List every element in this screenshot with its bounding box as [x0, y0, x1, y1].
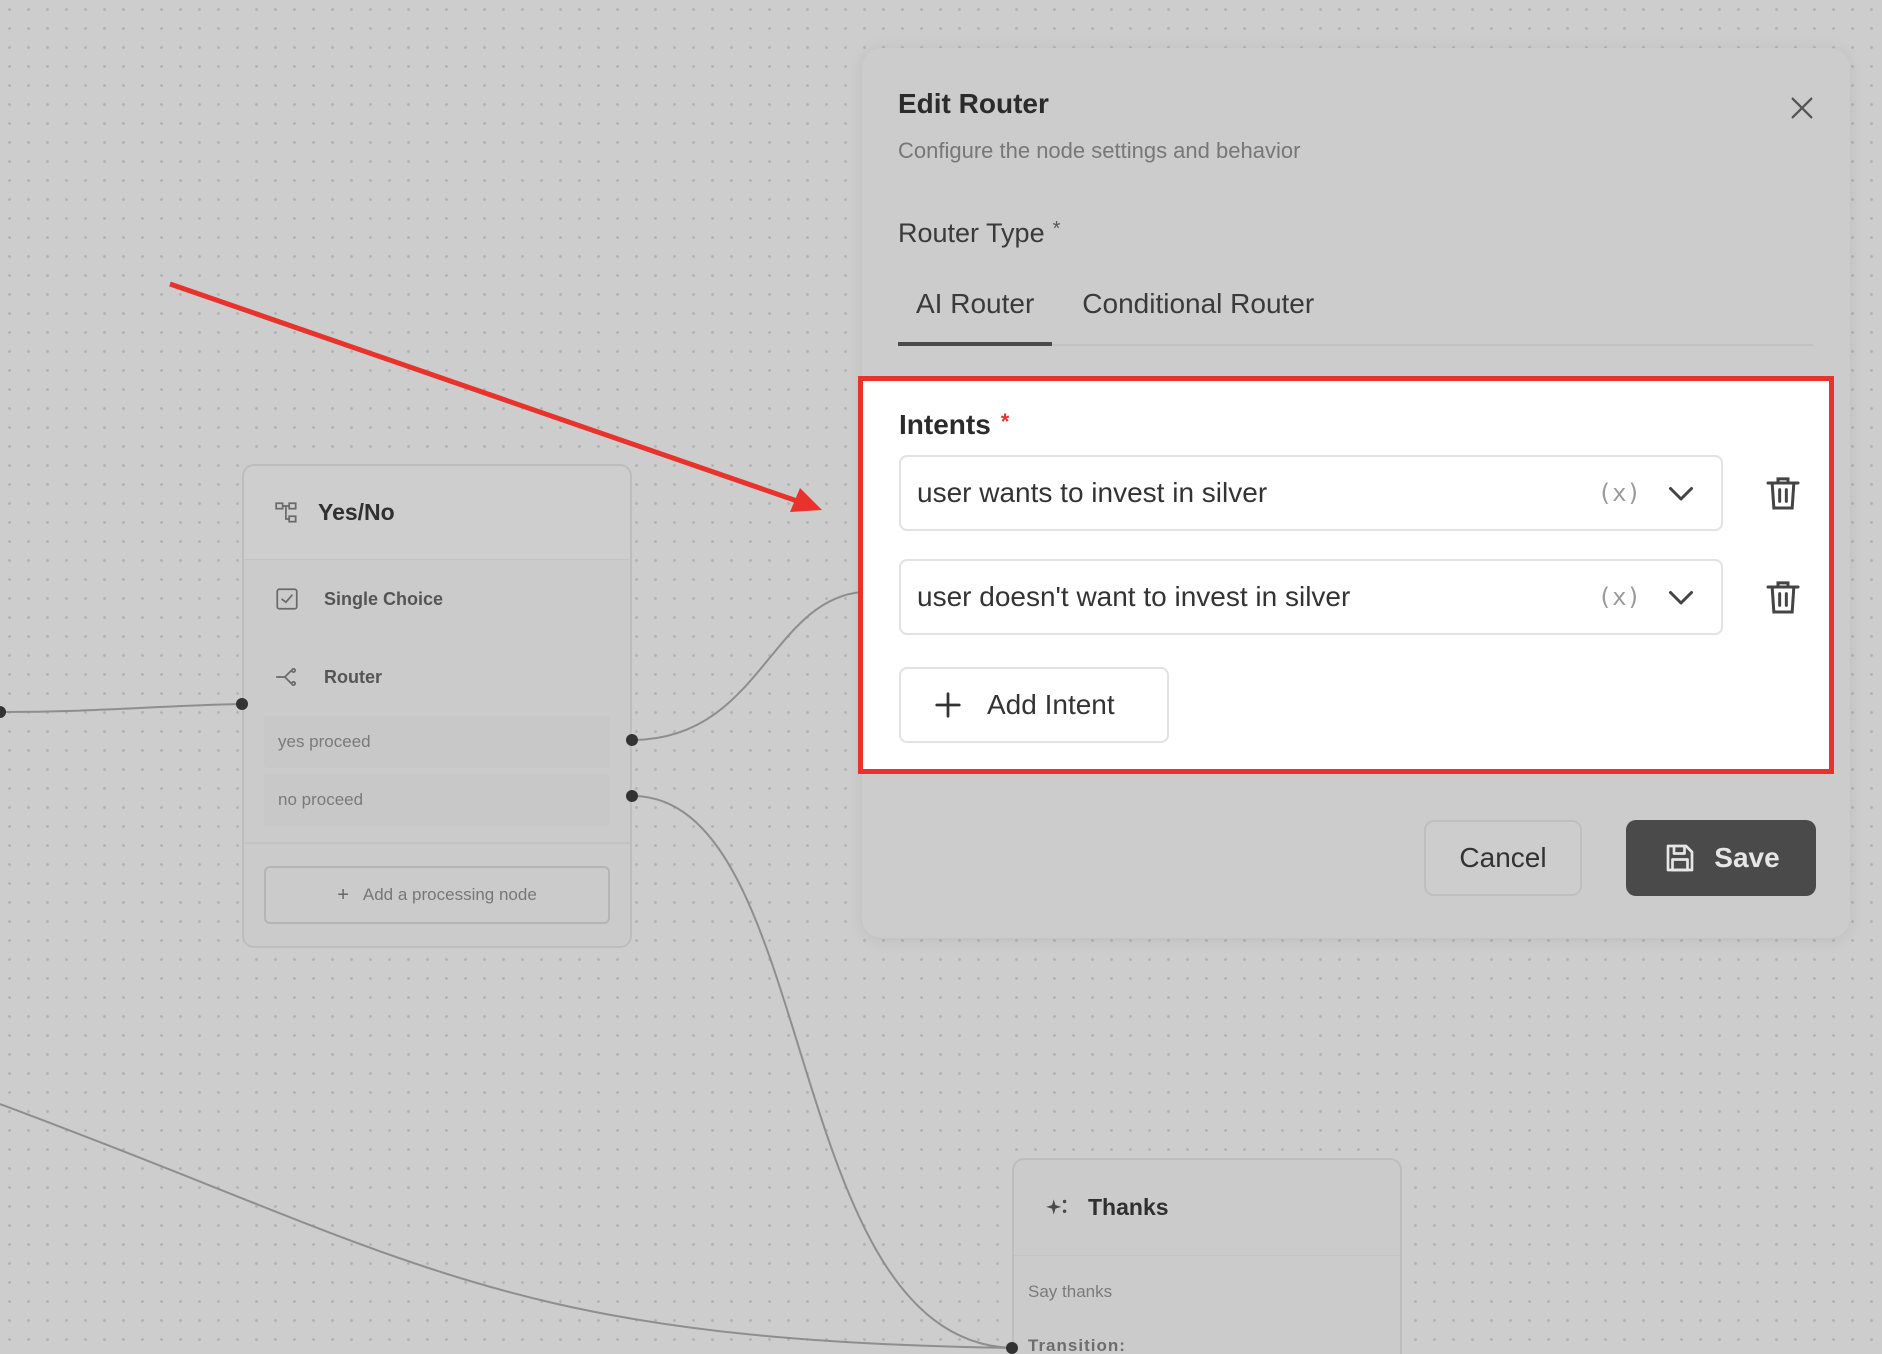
- route-no-proceed[interactable]: no proceed: [264, 774, 610, 826]
- intent-row[interactable]: (x): [899, 559, 1723, 635]
- variable-insert-button[interactable]: (x): [1598, 479, 1641, 507]
- required-asterisk: *: [1000, 409, 1010, 434]
- intents-label-text: Intents: [899, 409, 991, 440]
- router-type-text: Router Type: [898, 218, 1045, 248]
- node-thanks-description: Say thanks: [1028, 1282, 1113, 1301]
- edge-yes-to-router: [631, 591, 863, 741]
- edge-left-to-thanks: [0, 1103, 1013, 1349]
- intent-row[interactable]: (x): [899, 455, 1723, 531]
- workflow-canvas[interactable]: Yes/No Single Choice Router yes proceed …: [0, 0, 1882, 1354]
- intent-input[interactable]: [901, 457, 1598, 529]
- node-item-label: Router: [324, 666, 382, 687]
- tab-conditional-router[interactable]: Conditional Router: [1064, 288, 1332, 346]
- input-handle-left[interactable]: [0, 706, 6, 718]
- checkbox-icon: [276, 588, 298, 610]
- node-yes-no-header[interactable]: Yes/No: [244, 466, 630, 560]
- required-asterisk: *: [1052, 218, 1061, 240]
- variable-insert-button[interactable]: (x): [1598, 583, 1641, 611]
- node-item-router[interactable]: Router: [244, 638, 630, 716]
- close-button[interactable]: [1782, 88, 1822, 128]
- intents-section-highlight: Intents * (x) (x) Add Intent: [858, 376, 1834, 774]
- node-divider: [244, 842, 630, 844]
- plus-icon: [935, 692, 961, 718]
- router-type-tabs: AI Router Conditional Router: [898, 288, 1814, 346]
- save-button[interactable]: Save: [1626, 820, 1816, 896]
- node-yes-no-title: Yes/No: [318, 499, 395, 525]
- save-label: Save: [1714, 842, 1780, 873]
- add-intent-button[interactable]: Add Intent: [899, 667, 1169, 743]
- annotation-arrow-head: [790, 488, 822, 512]
- add-intent-label: Add Intent: [987, 689, 1115, 720]
- node-thanks-header[interactable]: Thanks: [1014, 1160, 1400, 1256]
- cancel-button[interactable]: Cancel: [1424, 820, 1582, 896]
- plus-icon: +: [337, 883, 349, 906]
- tab-ai-router[interactable]: AI Router: [898, 288, 1053, 346]
- node-thanks-transition-label: Transition:: [1028, 1336, 1126, 1354]
- close-icon: [1791, 97, 1813, 119]
- intents-label: Intents *: [899, 409, 1009, 441]
- node-thanks-title: Thanks: [1088, 1194, 1169, 1220]
- dialog-title: Edit Router: [898, 88, 1049, 119]
- input-handle-yesno[interactable]: [236, 698, 248, 710]
- save-icon: [1666, 844, 1694, 872]
- trash-icon[interactable]: [1763, 575, 1803, 619]
- node-thanks[interactable]: Thanks Say thanks Transition:: [1012, 1158, 1402, 1354]
- add-processing-node-button[interactable]: + Add a processing node: [264, 866, 610, 924]
- edge-input-to-yesno: [0, 703, 243, 713]
- output-handle-yes[interactable]: [626, 734, 638, 746]
- branch-icon: [275, 501, 297, 523]
- input-handle-thanks[interactable]: [1006, 1342, 1018, 1354]
- output-handle-no[interactable]: [626, 790, 638, 802]
- dialog-subtitle: Configure the node settings and behavior: [898, 138, 1301, 163]
- node-yes-no[interactable]: Yes/No Single Choice Router yes proceed …: [242, 464, 632, 948]
- route-yes-proceed[interactable]: yes proceed: [264, 716, 610, 768]
- router-icon: [276, 668, 296, 686]
- node-item-label: Single Choice: [324, 588, 444, 609]
- node-item-single-choice[interactable]: Single Choice: [244, 560, 630, 638]
- chevron-down-icon[interactable]: [1663, 579, 1699, 615]
- sparkle-icon: [1046, 1198, 1067, 1214]
- add-processing-node-label: Add a processing node: [362, 885, 537, 904]
- intent-input[interactable]: [901, 561, 1598, 633]
- trash-icon[interactable]: [1763, 471, 1803, 515]
- chevron-down-icon[interactable]: [1663, 475, 1699, 511]
- router-type-label: Router Type *: [898, 218, 1060, 249]
